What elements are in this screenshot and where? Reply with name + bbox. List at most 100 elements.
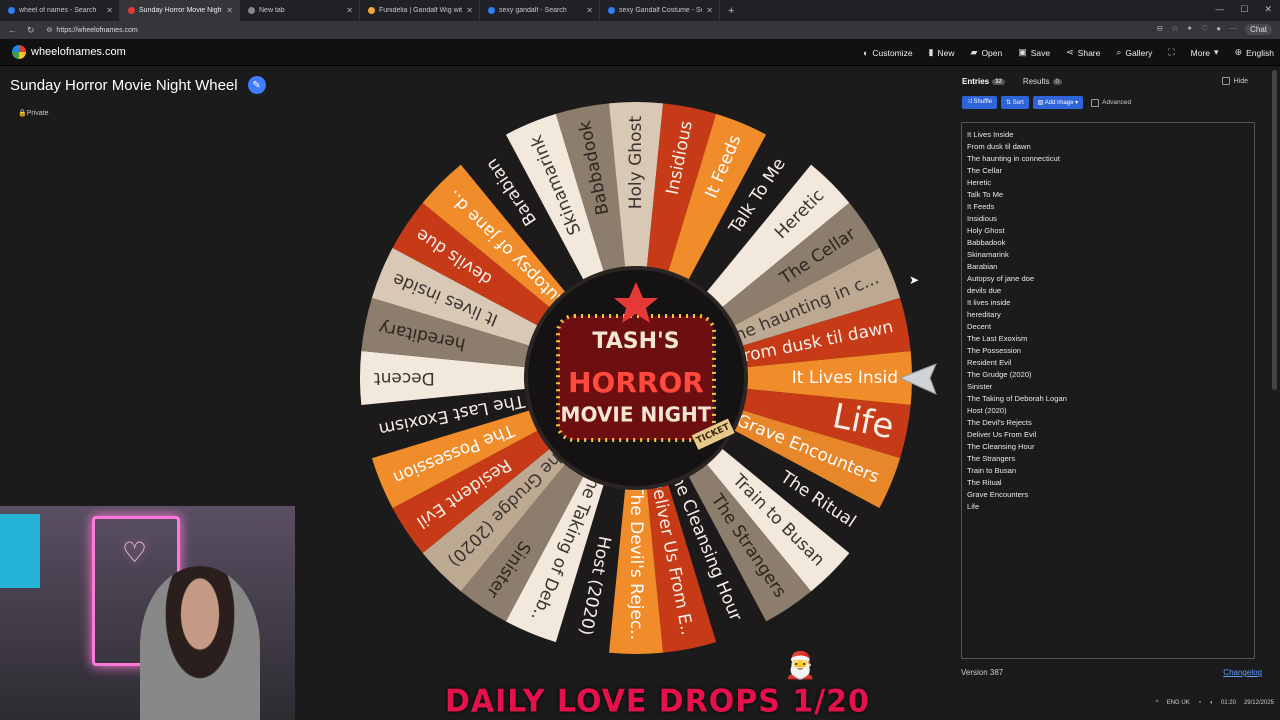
add-image-button[interactable]: ▨ Add image ▾ bbox=[1032, 96, 1084, 109]
favorites-icon[interactable]: ♡ bbox=[1201, 24, 1208, 35]
tab-close-icon[interactable]: ✕ bbox=[106, 6, 113, 15]
entry-line: Autopsy of jane doe bbox=[967, 274, 1035, 283]
file-icon: ▮ bbox=[928, 47, 934, 57]
clock-time[interactable]: 01:20 bbox=[1221, 700, 1236, 706]
page-scrollbar[interactable] bbox=[1272, 70, 1277, 390]
entry-line: The Cellar bbox=[967, 166, 1003, 175]
tab-close-icon[interactable]: ✕ bbox=[226, 6, 233, 15]
entry-line: It Feeds bbox=[967, 202, 995, 211]
tab-title: Sunday Horror Movie Night Wheel bbox=[139, 7, 223, 14]
browser-tab[interactable]: New tab ✕ bbox=[240, 0, 360, 21]
logo-text: wheelofnames.com bbox=[31, 46, 126, 58]
customize-button[interactable]: ◐ Customize bbox=[863, 48, 913, 58]
hide-toggle[interactable]: Hide bbox=[1221, 77, 1248, 85]
volume-icon[interactable]: ◖ bbox=[1209, 700, 1213, 706]
entry-line: The Possession bbox=[967, 346, 1022, 355]
tab-title: wheel of names - Search bbox=[19, 7, 97, 14]
fullscreen-icon: ⛶ bbox=[1168, 47, 1175, 57]
clock-date[interactable]: 29/12/2025 bbox=[1244, 700, 1274, 706]
tab-results[interactable]: Results 0 bbox=[1023, 77, 1062, 86]
minimize-icon[interactable]: — bbox=[1215, 4, 1224, 15]
edit-title-button[interactable]: ✎ bbox=[247, 76, 266, 94]
tab-favicon-icon bbox=[8, 7, 15, 14]
tab-title: sexy Gandalf Costume - Search Im bbox=[619, 7, 702, 14]
advanced-toggle[interactable]: Advanced bbox=[1091, 98, 1131, 107]
entry-line: Insidious bbox=[967, 214, 997, 223]
webcam-overlay: ♡ bbox=[0, 506, 295, 720]
back-icon[interactable]: ← bbox=[8, 25, 17, 36]
site-info-icon[interactable]: ⊝ bbox=[47, 26, 53, 34]
entry-line: Sinister bbox=[967, 382, 993, 391]
tray-chevron-icon[interactable]: ^ bbox=[1156, 700, 1159, 706]
entry-line: devils due bbox=[967, 286, 1002, 295]
more-button[interactable]: More ▾ bbox=[1191, 47, 1219, 58]
bookmark-star-icon[interactable]: ☆ bbox=[1171, 24, 1178, 35]
sort-icon: ⇅ bbox=[1006, 100, 1013, 106]
shuffle-button[interactable]: ⤨ Shuffle bbox=[962, 96, 998, 109]
reload-icon[interactable]: ↻ bbox=[27, 25, 35, 36]
tab-entries[interactable]: Entries 32 bbox=[962, 77, 1005, 86]
site-logo[interactable]: wheelofnames.com bbox=[12, 45, 126, 59]
share-button[interactable]: ⋖ Share bbox=[1066, 47, 1100, 58]
stream-overlay-banner: DAILY LOVE DROPS 1/20 bbox=[445, 683, 870, 720]
url-field[interactable]: https://wheelofnames.com bbox=[56, 27, 137, 34]
browser-tab[interactable]: Sunday Horror Movie Night Wheel✕ bbox=[120, 0, 240, 21]
wheel[interactable]: It Lives Insid Life Grave Encounters The Ri… bbox=[360, 102, 912, 654]
browser-tab[interactable]: sexy gandalf - Search ✕ bbox=[480, 0, 600, 21]
browser-tab[interactable]: wheel of names - Search ✕ bbox=[0, 0, 120, 21]
site-menu: ◐ Customize ▮ New ▰ Open ▣ Save ⋖ Share ⌕ Gall… bbox=[863, 39, 1274, 66]
page-title: Sunday Horror Movie Night Wheel bbox=[10, 76, 238, 94]
maximize-icon[interactable]: ☐ bbox=[1240, 4, 1248, 15]
logo-wheel-icon bbox=[12, 45, 26, 59]
entry-line: Decent bbox=[967, 322, 992, 331]
tab-close-icon[interactable]: ✕ bbox=[586, 6, 593, 15]
globe-icon: ⊕ bbox=[1234, 47, 1243, 57]
gallery-button[interactable]: ⌕ Gallery bbox=[1116, 47, 1152, 58]
wheel-svg[interactable]: It Lives InsidLifeGrave EncountersThe Ri… bbox=[360, 102, 912, 654]
advanced-checkbox[interactable] bbox=[1091, 98, 1100, 107]
search-icon: ⌕ bbox=[1116, 47, 1122, 57]
new-button[interactable]: ▮ New bbox=[929, 47, 955, 58]
tab-favicon-icon bbox=[608, 7, 615, 14]
streamer-image bbox=[140, 566, 260, 720]
results-count-badge: 0 bbox=[1052, 78, 1062, 85]
open-button[interactable]: ▰ Open bbox=[971, 47, 1003, 58]
pencil-icon: ✎ bbox=[252, 79, 261, 91]
changelog-link[interactable]: Changelog bbox=[1223, 668, 1262, 677]
tab-title: sexy gandalf - Search bbox=[499, 7, 567, 14]
language-button[interactable]: ⊕ English bbox=[1235, 47, 1274, 58]
save-button[interactable]: ▣ Save bbox=[1018, 47, 1050, 58]
image-icon: ▨ bbox=[1037, 100, 1045, 106]
entry-line: It lives inside bbox=[967, 298, 1011, 307]
entries-textarea[interactable]: It Lives Inside From dusk til dawn The hau… bbox=[961, 122, 1255, 659]
profile-icon[interactable]: ● bbox=[1216, 24, 1221, 35]
browser-tab[interactable]: sexy Gandalf Costume - Search Im ✕ bbox=[600, 0, 720, 21]
center-logo-text: MOVIE NIGHT bbox=[561, 403, 712, 427]
center-logo-text: TASH'S bbox=[592, 329, 679, 354]
menu-dots-icon[interactable]: ⋯ bbox=[1229, 24, 1237, 35]
zoom-icon[interactable]: ⊖ bbox=[1157, 24, 1164, 35]
browser-tab-bar: wheel of names - Search ✕ Sunday Horror Mo… bbox=[0, 0, 1280, 21]
tab-close-icon[interactable]: ✕ bbox=[706, 6, 713, 15]
entry-line: Host (2020) bbox=[967, 406, 1007, 415]
palette-icon: ◐ bbox=[862, 47, 869, 58]
extensions-icon[interactable]: ✦ bbox=[1186, 24, 1193, 35]
entry-line: Talk To Me bbox=[967, 190, 1004, 199]
lang-indicator[interactable]: ENG UK bbox=[1167, 700, 1190, 706]
folder-icon: ▰ bbox=[970, 47, 978, 57]
tab-favicon-icon bbox=[488, 7, 495, 14]
tab-close-icon[interactable]: ✕ bbox=[346, 6, 353, 15]
chat-button[interactable]: Chat bbox=[1245, 24, 1272, 35]
hide-checkbox[interactable] bbox=[1221, 77, 1230, 85]
entry-line: The Devil's Rejects bbox=[967, 418, 1032, 427]
tab-close-icon[interactable]: ✕ bbox=[466, 6, 473, 15]
entry-line: Train to Busan bbox=[967, 466, 1017, 475]
fullscreen-button[interactable]: ⛶ bbox=[1168, 47, 1174, 58]
sort-button[interactable]: ⇅ Sort bbox=[1001, 96, 1029, 109]
tab-list: wheel of names - Search ✕ Sunday Horror Mo… bbox=[0, 0, 720, 21]
new-tab-button[interactable]: + bbox=[720, 5, 742, 17]
close-window-icon[interactable]: ✕ bbox=[1264, 4, 1272, 15]
wifi-icon[interactable]: ◔ bbox=[1198, 700, 1202, 706]
browser-tab[interactable]: Funidelia | Gandalf Wig with Beard✕ bbox=[360, 0, 480, 21]
entry-line: The Taking of Deborah Logan bbox=[967, 394, 1067, 403]
